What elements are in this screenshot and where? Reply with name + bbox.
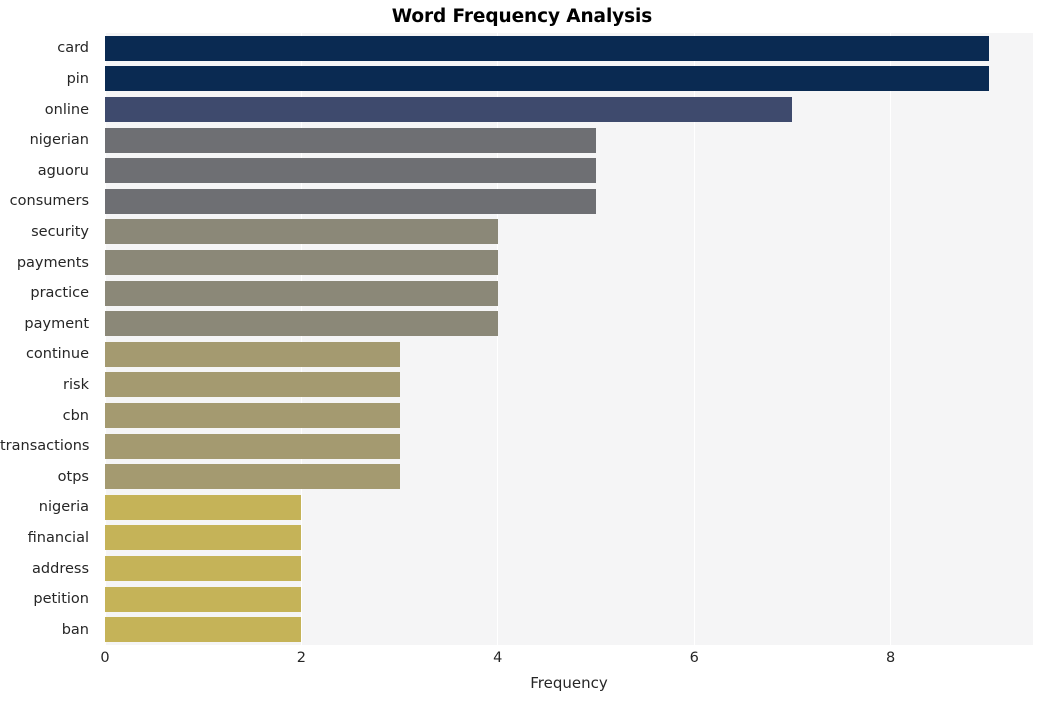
x-tick-label-0: 0: [100, 650, 110, 666]
bar-row: [105, 249, 1033, 276]
y-tick-label-payments: payments: [16, 254, 89, 271]
bar-row: [105, 96, 1033, 123]
x-tick-label-2: 2: [296, 650, 307, 666]
y-axis-tick-labels: card pin online nigerian aguoru consumers secu…: [0, 33, 97, 645]
bar-row: [105, 127, 1033, 153]
bar-nigerian[interactable]: [105, 127, 596, 153]
bar-aguoru[interactable]: [105, 158, 596, 184]
bar-row: [105, 158, 1033, 184]
bar-row: [105, 555, 1033, 582]
chart-figure: Word Frequency Analysis card pin online nig…: [0, 0, 1044, 701]
bar-otps[interactable]: [105, 464, 400, 490]
x-tick-label-6: 6: [689, 650, 699, 666]
x-axis-label: Frequency: [530, 674, 608, 692]
bar-row: [105, 372, 1033, 398]
bar-row: [105, 280, 1033, 306]
bar-online[interactable]: [105, 96, 793, 123]
plot-area: [105, 33, 1033, 645]
bar-payments[interactable]: [105, 249, 498, 276]
bar-row: [105, 341, 1033, 367]
gridline-x-2: [300, 33, 302, 645]
y-tick-label-security: security: [31, 223, 89, 240]
bar-practice[interactable]: [105, 280, 498, 306]
chart-title: Word Frequency Analysis: [391, 6, 653, 27]
bar-financial[interactable]: [105, 525, 302, 551]
bar-row: [105, 586, 1033, 612]
y-tick-label-financial: financial: [27, 529, 89, 546]
bar-row: [105, 494, 1033, 520]
x-tick-label-4: 4: [493, 650, 503, 666]
y-tick-label-payment: payment: [24, 315, 89, 332]
bar-pin[interactable]: [105, 66, 989, 92]
y-tick-label-address: address: [32, 560, 89, 577]
y-tick-label-pin: pin: [66, 70, 89, 87]
y-tick-label-card: card: [57, 40, 89, 57]
y-tick-label-aguoru: aguoru: [37, 162, 89, 179]
gridline-x-4: [497, 33, 499, 645]
gridline-x-0: [105, 33, 106, 645]
bar-payment[interactable]: [105, 311, 498, 337]
bar-cbn[interactable]: [105, 402, 400, 429]
bar-row: [105, 311, 1033, 337]
y-tick-label-nigerian: nigerian: [29, 132, 89, 149]
y-tick-label-ban: ban: [61, 621, 89, 638]
bar-card[interactable]: [105, 35, 989, 61]
bar-nigeria[interactable]: [105, 494, 302, 520]
y-tick-label-risk: risk: [63, 376, 89, 393]
bar-transactions[interactable]: [105, 433, 400, 459]
bar-row: [105, 35, 1033, 61]
y-tick-label-otps: otps: [57, 468, 89, 485]
bar-address[interactable]: [105, 555, 302, 582]
y-tick-label-practice: practice: [30, 285, 89, 302]
y-tick-label-continue: continue: [25, 346, 89, 363]
bar-row: [105, 219, 1033, 245]
y-tick-label-nigeria: nigeria: [38, 499, 89, 516]
bar-row: [105, 617, 1033, 643]
bar-petition[interactable]: [105, 586, 302, 612]
bar-row: [105, 433, 1033, 459]
bar-row: [105, 402, 1033, 429]
bar-row: [105, 525, 1033, 551]
bar-row: [105, 464, 1033, 490]
bar-security[interactable]: [105, 219, 498, 245]
x-tick-label-8: 8: [885, 650, 896, 666]
y-tick-label-cbn: cbn: [62, 407, 89, 424]
bar-continue[interactable]: [105, 341, 400, 367]
bar-row: [105, 66, 1033, 92]
y-tick-label-online: online: [44, 101, 89, 118]
y-tick-label-consumers: consumers: [9, 193, 89, 210]
bar-row: [105, 188, 1033, 214]
gridline-x-6: [693, 33, 695, 645]
bar-ban[interactable]: [105, 617, 302, 643]
y-tick-label-transactions: transactions: [0, 438, 90, 455]
y-tick-label-petition: petition: [33, 591, 89, 608]
bar-risk[interactable]: [105, 372, 400, 398]
x-axis-tick-labels: 0 2 4 6 8: [100, 650, 1033, 672]
gridline-x-8: [890, 33, 892, 645]
bar-consumers[interactable]: [105, 188, 596, 214]
